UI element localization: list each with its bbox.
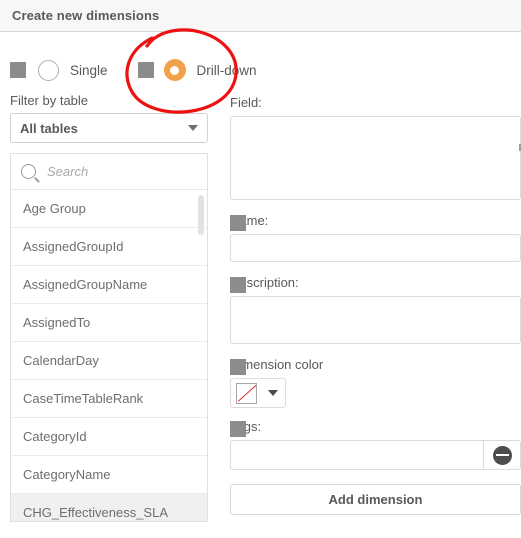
dimension-editor-panel: Field: Name: Description: Dimension colo…: [230, 95, 521, 515]
chevron-down-icon: [268, 390, 278, 396]
list-item[interactable]: AssignedGroupName: [11, 266, 207, 304]
list-item[interactable]: CategoryId: [11, 418, 207, 456]
radio-option-single[interactable]: Single: [10, 59, 108, 81]
placeholder-square-icon: [230, 421, 246, 437]
placeholder-square-icon: [230, 215, 246, 231]
tags-field-row: [230, 440, 521, 470]
filter-by-table-dropdown[interactable]: All tables: [10, 113, 208, 143]
add-dimension-button[interactable]: Add dimension: [230, 484, 521, 515]
tags-label: Tags:: [230, 419, 521, 437]
name-label: Name:: [230, 213, 521, 231]
field-label: Field:: [230, 95, 262, 110]
search-field[interactable]: Search: [10, 153, 208, 189]
color-swatch-none-icon: [236, 382, 257, 404]
list-item[interactable]: CHG_Effectiveness_SLA: [11, 494, 207, 521]
dimension-color-label: Dimension color: [230, 357, 521, 375]
list-item[interactable]: AssignedTo: [11, 304, 207, 342]
description-input[interactable]: [230, 296, 521, 344]
list-item[interactable]: CalendarDay: [11, 342, 207, 380]
field-list-scrollbar[interactable]: [198, 195, 204, 235]
list-item[interactable]: CaseTimeTableRank: [11, 380, 207, 418]
list-item[interactable]: AssignedGroupId: [11, 228, 207, 266]
placeholder-square-icon: [230, 277, 246, 293]
description-label: Description:: [230, 275, 521, 293]
list-item[interactable]: Age Group: [11, 190, 207, 228]
page-title: Create new dimensions: [12, 8, 160, 23]
chevron-down-icon: [188, 125, 198, 131]
radio-drill-down-label: Drill-down: [196, 62, 257, 78]
radio-option-drill-down[interactable]: Drill-down: [137, 59, 257, 81]
list-item[interactable]: CategoryName: [11, 456, 207, 494]
tag-icon: [492, 445, 512, 465]
field-browser-panel: Filter by table All tables Search Age Gr…: [10, 93, 208, 522]
tags-input[interactable]: [230, 440, 483, 470]
search-icon: [21, 164, 36, 179]
radio-drill-down-indicator[interactable]: [163, 59, 186, 81]
dimension-type-radio-group: Single Drill-down: [0, 55, 521, 85]
placeholder-square-icon: [137, 62, 154, 78]
filter-by-table-value: All tables: [20, 120, 78, 136]
field-drop-area[interactable]: [230, 116, 521, 200]
add-tag-button[interactable]: [483, 440, 521, 470]
dimension-color-picker[interactable]: [230, 378, 286, 408]
field-list[interactable]: Age Group AssignedGroupId AssignedGroupN…: [10, 189, 208, 522]
filter-by-table-label: Filter by table: [10, 93, 89, 108]
placeholder-square-icon: [230, 359, 246, 375]
search-placeholder: Search: [47, 164, 89, 179]
dialog-header: Create new dimensions: [0, 0, 521, 32]
name-input[interactable]: [230, 234, 521, 262]
radio-single-indicator[interactable]: [38, 59, 59, 81]
radio-single-label: Single: [70, 62, 108, 78]
placeholder-square-icon: [10, 62, 26, 78]
